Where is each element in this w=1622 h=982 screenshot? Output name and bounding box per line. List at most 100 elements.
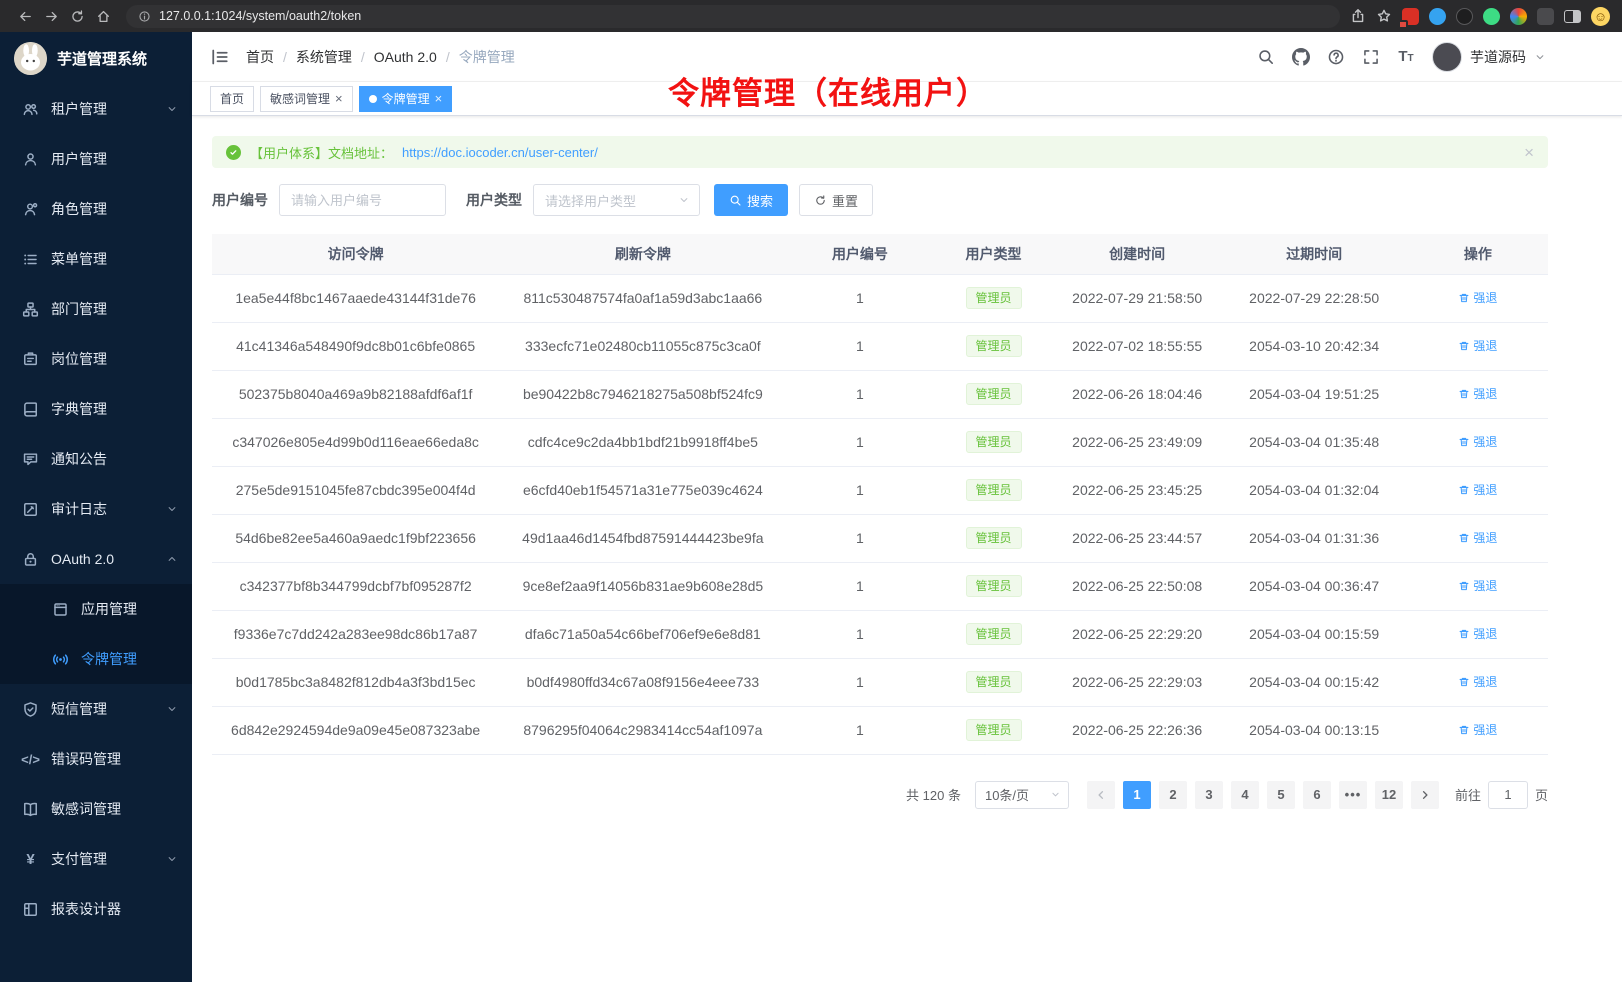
page-content: 【用户体系】文档地址： https://doc.iocoder.cn/user-…	[192, 116, 1622, 982]
browser-forward-button[interactable]	[38, 4, 64, 28]
sidebar-item-error-code[interactable]: </>错误码管理	[0, 734, 192, 784]
tab-close-icon[interactable]: ×	[335, 92, 343, 105]
user-type-badge: 管理员	[966, 527, 1022, 549]
app-logo[interactable]: 芋道管理系统	[0, 32, 192, 84]
extension-red-icon[interactable]	[1402, 8, 1419, 25]
fullscreen-icon[interactable]	[1362, 48, 1380, 66]
sidebar-item-label: 敏感词管理	[51, 799, 121, 819]
table-row: b0d1785bc3a8482f812db4a3f3bd15ecb0df4980…	[212, 658, 1548, 706]
force-logout-button[interactable]: 强退	[1458, 337, 1497, 354]
sidebar-item-dept[interactable]: 部门管理	[0, 284, 192, 334]
created-time-cell: 2022-06-25 23:44:57	[1054, 514, 1221, 562]
user-id-cell: 1	[786, 658, 933, 706]
expire-time-cell: 2054-03-04 00:13:15	[1221, 706, 1408, 754]
extension-puzzle-icon[interactable]	[1537, 8, 1554, 25]
sidebar-item-post[interactable]: 岗位管理	[0, 334, 192, 384]
extension-dark-icon[interactable]	[1456, 8, 1473, 25]
tab-home[interactable]: 首页	[210, 86, 254, 112]
share-icon[interactable]	[1350, 8, 1366, 24]
user-id-cell: 1	[786, 370, 933, 418]
sidebar-item-sms[interactable]: 短信管理	[0, 684, 192, 734]
extension-colorful-icon[interactable]	[1510, 8, 1527, 25]
pager-goto: 前往 页	[1455, 781, 1548, 809]
pager-prev-button[interactable]	[1087, 781, 1115, 809]
user-type-label: 用户类型	[466, 190, 522, 210]
pager-more-button[interactable]: •••	[1339, 781, 1367, 809]
search-button[interactable]: 搜索	[714, 184, 788, 216]
tab-sensitive-word[interactable]: 敏感词管理×	[260, 86, 353, 112]
page-button[interactable]: 2	[1159, 781, 1187, 809]
page-button[interactable]: 3	[1195, 781, 1223, 809]
force-logout-button[interactable]: 强退	[1458, 625, 1497, 642]
sidebar-item-notice[interactable]: 通知公告	[0, 434, 192, 484]
extension-blue-icon[interactable]	[1429, 8, 1446, 25]
column-header: 过期时间	[1221, 234, 1408, 274]
page-button[interactable]: 6	[1303, 781, 1331, 809]
force-logout-button[interactable]: 强退	[1458, 577, 1497, 594]
user-id-input[interactable]	[279, 184, 446, 216]
browser-reload-button[interactable]	[64, 4, 90, 28]
goto-page-input[interactable]	[1488, 781, 1528, 809]
page-button[interactable]: 4	[1231, 781, 1259, 809]
sidebar-item-oauth2[interactable]: OAuth 2.0	[0, 534, 192, 584]
page-size-select[interactable]: 10条/页	[975, 781, 1069, 809]
browser-home-button[interactable]	[90, 4, 116, 28]
github-icon[interactable]	[1292, 48, 1310, 66]
sidebar-item-audit-log[interactable]: 审计日志	[0, 484, 192, 534]
breadcrumb-item[interactable]: 首页	[246, 47, 274, 67]
force-logout-button[interactable]: 强退	[1458, 721, 1497, 738]
force-logout-button[interactable]: 强退	[1458, 529, 1497, 546]
extension-green-icon[interactable]	[1483, 8, 1500, 25]
refresh-token-cell: 8796295f04064c2983414cc54af1097a	[499, 706, 786, 754]
refresh-token-cell: be90422b8c7946218275a508bf524fc9	[499, 370, 786, 418]
sidebar-item-oauth2-application[interactable]: 应用管理	[0, 584, 192, 634]
page-button[interactable]: 5	[1267, 781, 1295, 809]
trash-icon	[1458, 628, 1470, 640]
sidebar-item-tenant[interactable]: 租户管理	[0, 84, 192, 134]
force-logout-button[interactable]: 强退	[1458, 673, 1497, 690]
sidebar-item-user[interactable]: 用户管理	[0, 134, 192, 184]
sidebar-item-dict[interactable]: 字典管理	[0, 384, 192, 434]
force-logout-button[interactable]: 强退	[1458, 289, 1497, 306]
search-icon[interactable]	[1257, 48, 1275, 66]
page-button[interactable]: 1	[1123, 781, 1151, 809]
table-header-row: 访问令牌刷新令牌用户编号用户类型创建时间过期时间操作	[212, 234, 1548, 274]
address-bar[interactable]: 127.0.0.1:1024/system/oauth2/token	[126, 5, 1340, 28]
sidebar-fold-icon[interactable]	[210, 47, 230, 67]
reset-button[interactable]: 重置	[799, 184, 873, 216]
sidebar-item-menu[interactable]: 菜单管理	[0, 234, 192, 284]
navbar-right: TT 芋道源码	[1257, 42, 1546, 72]
search-icon	[729, 194, 742, 207]
tab-oauth2-token[interactable]: 令牌管理×	[359, 86, 453, 112]
force-logout-button[interactable]: 强退	[1458, 385, 1497, 402]
page-button[interactable]: 12	[1375, 781, 1403, 809]
sidebar-item-role[interactable]: 角色管理	[0, 184, 192, 234]
pager-next-button[interactable]	[1411, 781, 1439, 809]
user-id-cell: 1	[786, 610, 933, 658]
tab-groups-icon[interactable]	[1564, 10, 1581, 23]
notice-icon	[22, 451, 39, 468]
help-icon[interactable]	[1327, 48, 1345, 66]
user-id-label: 用户编号	[212, 190, 268, 210]
breadcrumb-item[interactable]: OAuth 2.0	[374, 49, 437, 65]
sidebar-item-oauth2-token[interactable]: 令牌管理	[0, 634, 192, 684]
doc-link[interactable]: https://doc.iocoder.cn/user-center/	[402, 145, 598, 160]
force-logout-button[interactable]: 强退	[1458, 433, 1497, 450]
sidebar-item-report-designer[interactable]: 报表设计器	[0, 884, 192, 934]
user-menu[interactable]: 芋道源码	[1432, 42, 1546, 72]
font-size-icon[interactable]: TT	[1397, 48, 1415, 66]
user-type-cell: 管理员	[933, 562, 1053, 610]
bookmark-star-icon[interactable]	[1376, 8, 1392, 24]
alert-close-icon[interactable]: ×	[1524, 144, 1534, 161]
force-logout-button[interactable]: 强退	[1458, 481, 1497, 498]
sidebar-item-sensitive-word[interactable]: 敏感词管理	[0, 784, 192, 834]
created-time-cell: 2022-07-02 18:55:55	[1054, 322, 1221, 370]
breadcrumb-item[interactable]: 系统管理	[296, 47, 352, 67]
browser-back-button[interactable]	[12, 4, 38, 28]
created-time-cell: 2022-06-25 22:50:08	[1054, 562, 1221, 610]
browser-profile-avatar[interactable]: ☺	[1591, 7, 1610, 26]
sidebar-item-label: 短信管理	[51, 699, 107, 719]
sidebar-item-pay[interactable]: ¥支付管理	[0, 834, 192, 884]
tab-close-icon[interactable]: ×	[435, 92, 443, 105]
user-type-select[interactable]: 请选择用户类型	[533, 184, 700, 216]
